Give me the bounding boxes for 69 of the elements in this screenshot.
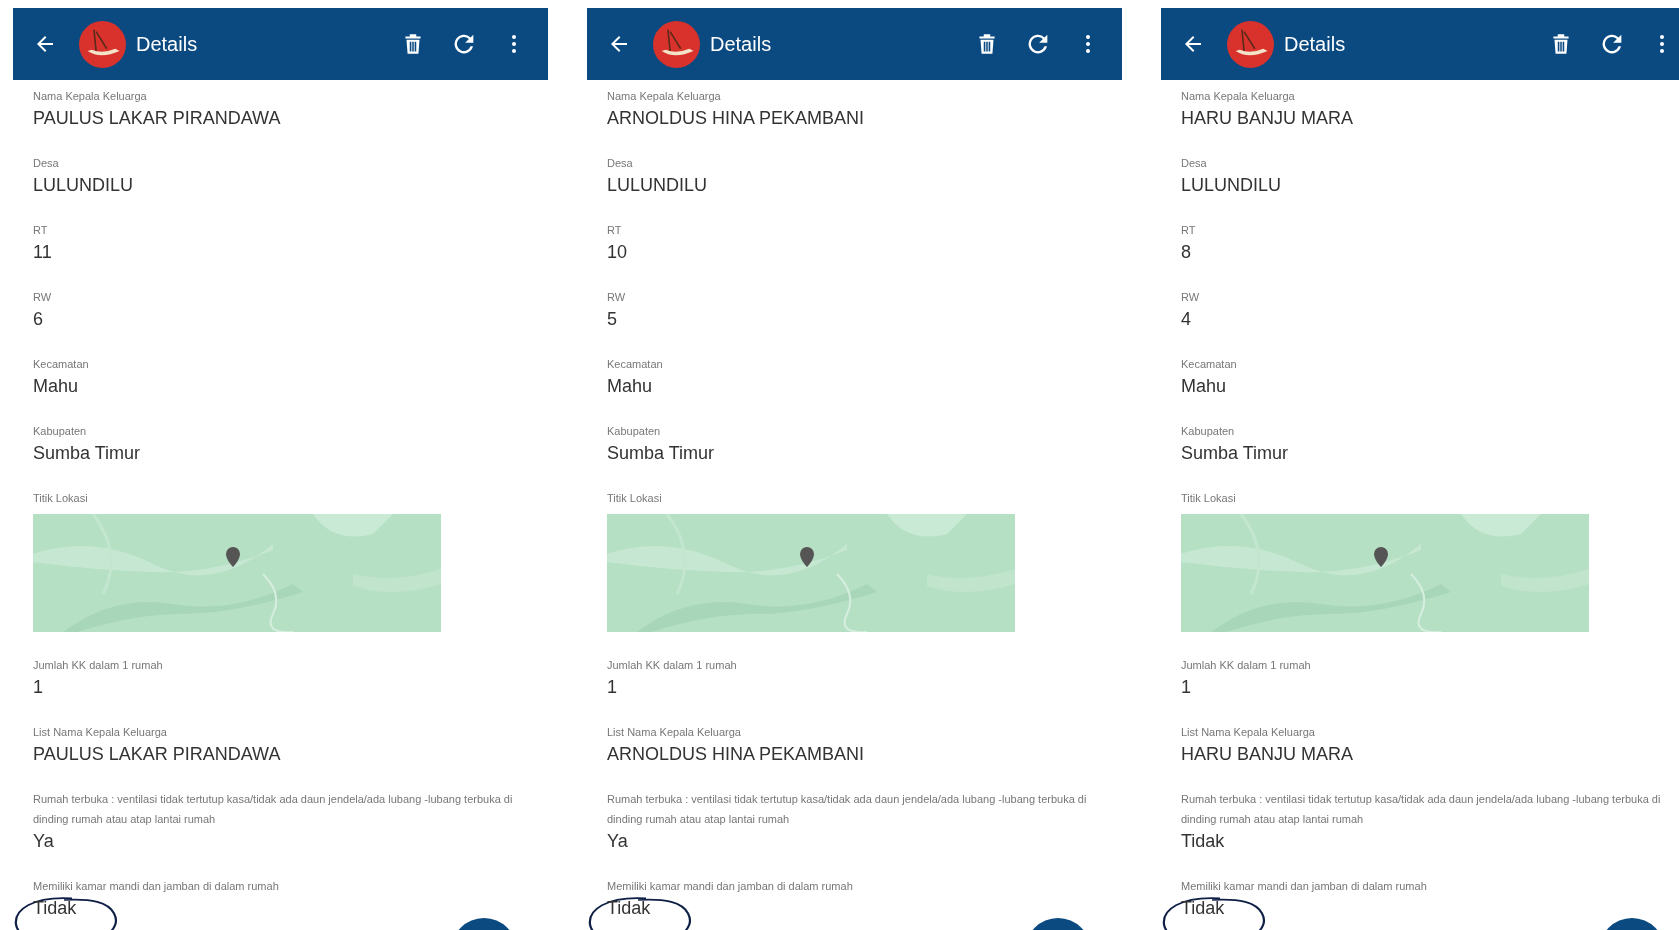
field-value: LULUNDILU xyxy=(1181,174,1283,197)
field-value: Sumba Timur xyxy=(607,442,716,465)
field-label: List Nama Kepala Keluarga xyxy=(607,725,742,740)
field-label: Jumlah KK dalam 1 rumah xyxy=(1181,658,1312,673)
field-label: Jumlah KK dalam 1 rumah xyxy=(33,658,164,673)
field-label: Rumah terbuka : ventilasi tidak tertutup kasa/tidak ada daun jendela/ada lubang -lubang terbuka di dinding rumah atau atap lantai rumah xyxy=(607,792,1088,827)
field-value: 4 xyxy=(1181,308,1192,331)
field-value: Ya xyxy=(33,830,55,853)
field-value: LULUNDILU xyxy=(33,174,135,197)
field-label: Desa xyxy=(1181,156,1208,171)
screen-title: Details xyxy=(710,32,772,56)
field-label: RW xyxy=(607,290,627,305)
field-value: HARU BANJU MARA xyxy=(1181,107,1355,130)
field-label: Titik Lokasi xyxy=(33,491,89,506)
field-value: 1 xyxy=(607,676,618,699)
field-value: 1 xyxy=(33,676,44,699)
field-label: Memiliki kamar mandi dan jamban di dalam rumah xyxy=(607,879,854,894)
field-label: Memiliki kamar mandi dan jamban di dalam rumah xyxy=(33,879,280,894)
field-value: PAULUS LAKAR PIRANDAWA xyxy=(33,107,282,130)
field-value: Mahu xyxy=(1181,375,1228,398)
field-label: Nama Kepala Keluarga xyxy=(33,89,148,104)
field-value: PAULUS LAKAR PIRANDAWA xyxy=(33,743,282,766)
field-value: 8 xyxy=(1181,241,1192,264)
field-value: Ya xyxy=(607,830,629,853)
field-label: Desa xyxy=(33,156,60,171)
field-label: RT xyxy=(33,223,49,238)
field-value: Tidak xyxy=(33,897,78,920)
field-label: Kecamatan xyxy=(1181,357,1238,372)
boat-logo-icon xyxy=(1227,20,1274,68)
screen-title: Details xyxy=(136,32,198,56)
field-label: Rumah terbuka : ventilasi tidak tertutup kasa/tidak ada daun jendela/ada lubang -lubang terbuka di dinding rumah atau atap lantai rumah xyxy=(1181,792,1662,827)
field-value: 6 xyxy=(33,308,44,331)
field-label: Rumah terbuka : ventilasi tidak tertutup kasa/tidak ada daun jendela/ada lubang -lubang terbuka di dinding rumah atau atap lantai rumah xyxy=(33,792,514,827)
field-value: Mahu xyxy=(607,375,654,398)
field-value: 10 xyxy=(607,241,629,264)
field-value: Tidak xyxy=(1181,830,1226,853)
field-label: Jumlah KK dalam 1 rumah xyxy=(607,658,738,673)
field-value: 5 xyxy=(607,308,618,331)
field-label: List Nama Kepala Keluarga xyxy=(33,725,168,740)
field-label: RT xyxy=(607,223,623,238)
field-value: LULUNDILU xyxy=(607,174,709,197)
field-value: Sumba Timur xyxy=(33,442,142,465)
field-label: Kecamatan xyxy=(33,357,90,372)
field-value: ARNOLDUS HINA PEKAMBANI xyxy=(607,743,866,766)
field-value: Tidak xyxy=(1181,897,1226,920)
field-value: Tidak xyxy=(607,897,652,920)
field-label: List Nama Kepala Keluarga xyxy=(1181,725,1316,740)
field-label: Kabupaten xyxy=(1181,424,1236,439)
field-label: Memiliki kamar mandi dan jamban di dalam rumah xyxy=(1181,879,1428,894)
boat-logo-icon xyxy=(653,20,700,68)
screen-title: Details xyxy=(1284,32,1346,56)
field-label: RT xyxy=(1181,223,1197,238)
field-label: Kecamatan xyxy=(607,357,664,372)
field-label: RW xyxy=(1181,290,1201,305)
field-label: Nama Kepala Keluarga xyxy=(607,89,722,104)
field-value: HARU BANJU MARA xyxy=(1181,743,1355,766)
field-label: Titik Lokasi xyxy=(1181,491,1237,506)
field-label: Kabupaten xyxy=(33,424,88,439)
field-label: RW xyxy=(33,290,53,305)
field-value: Sumba Timur xyxy=(1181,442,1290,465)
field-label: Kabupaten xyxy=(607,424,662,439)
boat-logo-icon xyxy=(79,20,126,68)
field-value: ARNOLDUS HINA PEKAMBANI xyxy=(607,107,866,130)
field-label: Nama Kepala Keluarga xyxy=(1181,89,1296,104)
field-label: Titik Lokasi xyxy=(607,491,663,506)
field-value: 11 xyxy=(33,241,53,264)
field-value: Mahu xyxy=(33,375,80,398)
field-label: Desa xyxy=(607,156,634,171)
field-value: 1 xyxy=(1181,676,1192,699)
